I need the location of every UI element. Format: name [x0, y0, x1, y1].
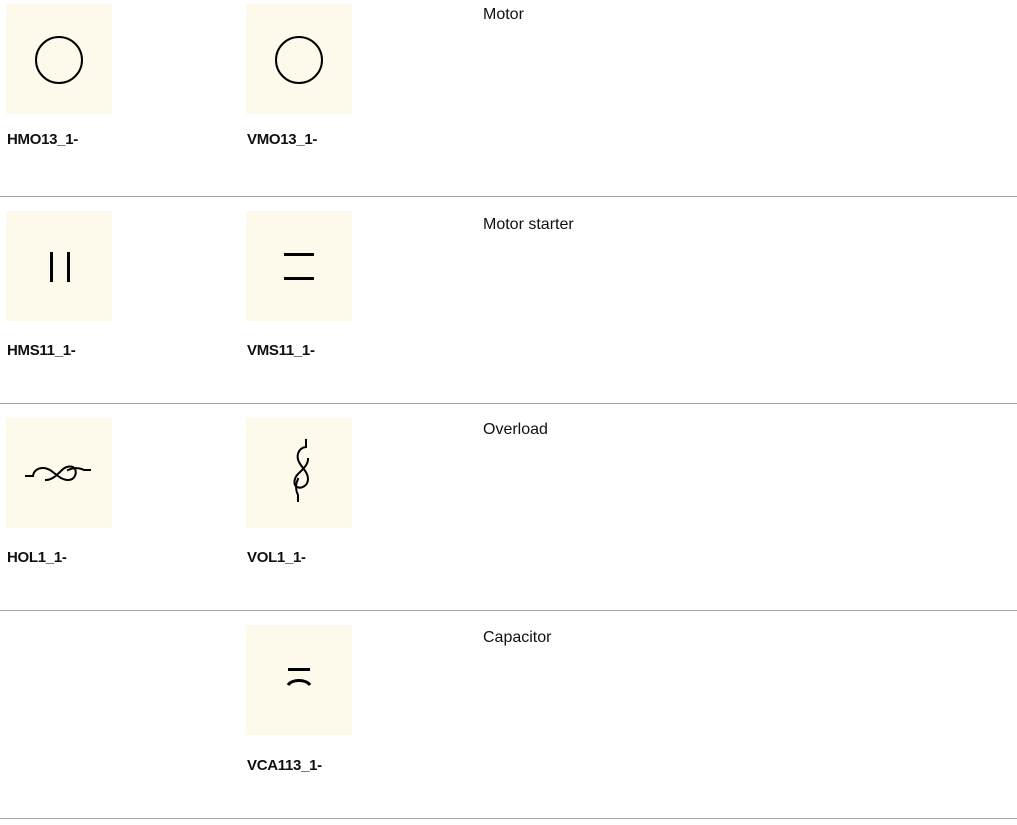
- symbol-tile-vertical: [246, 211, 352, 321]
- symbol-tile-vertical: [246, 4, 352, 114]
- motor-starter-vertical-bars-icon: [50, 252, 70, 282]
- symbol-code-vertical: VMO13_1-: [247, 131, 318, 148]
- symbol-code-vertical: VOL1_1-: [247, 549, 306, 566]
- motor-circle-icon: [275, 36, 323, 84]
- symbol-tile-horizontal: [6, 211, 112, 321]
- symbol-tile-horizontal: [6, 418, 112, 528]
- overload-vertical-icon: [293, 439, 310, 502]
- symbol-code-horizontal: HMO13_1-: [7, 131, 78, 148]
- motor-circle-icon: [35, 36, 83, 84]
- symbol-code-horizontal: HOL1_1-: [7, 549, 67, 566]
- row-divider: [0, 818, 1017, 819]
- symbol-description: Motor starter: [483, 216, 574, 233]
- symbol-row-capacitor: VCA113_1- Capacitor: [0, 611, 1017, 818]
- symbol-row-motor-starter: HMS11_1- VMS11_1- Motor starter: [0, 197, 1017, 403]
- symbol-code-vertical: VMS11_1-: [247, 342, 315, 359]
- overload-horizontal-icon: [25, 465, 91, 482]
- symbol-tile-horizontal: [6, 4, 112, 114]
- symbol-row-overload: HOL1_1- VOL1_1- Overload: [0, 404, 1017, 610]
- motor-starter-horizontal-bars-icon: [284, 253, 314, 280]
- symbol-description: Capacitor: [483, 629, 552, 646]
- symbol-code-horizontal: HMS11_1-: [7, 342, 76, 359]
- symbol-row-motor: HMO13_1- VMO13_1- Motor: [0, 0, 1017, 196]
- symbol-code-vertical: VCA113_1-: [247, 757, 322, 774]
- symbol-description: Overload: [483, 421, 548, 438]
- capacitor-icon: [286, 668, 312, 687]
- symbol-tile-vertical: [246, 625, 352, 735]
- symbol-tile-vertical: [246, 418, 352, 528]
- symbol-description: Motor: [483, 6, 524, 23]
